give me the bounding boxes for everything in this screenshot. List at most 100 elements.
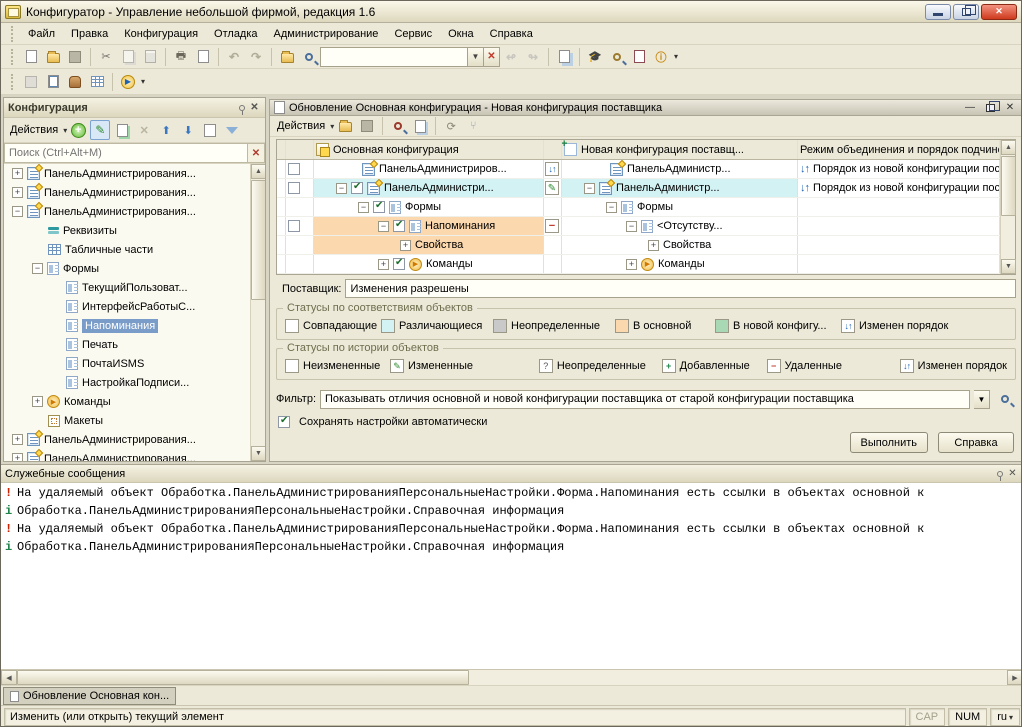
- tree-row[interactable]: Реквизиты: [4, 221, 265, 240]
- tree-row[interactable]: Формы: [4, 259, 265, 278]
- scroll-down-icon[interactable]: ▼: [1001, 259, 1016, 274]
- syntax-check-icon[interactable]: 🎓: [585, 47, 605, 67]
- expander-minus-icon[interactable]: [584, 183, 595, 194]
- expander-minus-icon[interactable]: [336, 183, 347, 194]
- close-config-icon[interactable]: [43, 72, 63, 92]
- scroll-left-icon[interactable]: ◀: [1, 670, 17, 685]
- comparison-row[interactable]: ▶Команды ▶Команды: [277, 255, 1000, 274]
- templates-icon[interactable]: [629, 47, 649, 67]
- include-checkbox[interactable]: [351, 182, 363, 194]
- expander-minus-icon[interactable]: [626, 221, 637, 232]
- minimize-button[interactable]: [925, 4, 951, 20]
- tree-row[interactable]: ПанельАдминистрирования...: [4, 430, 265, 449]
- comparison-row[interactable]: ПанельАдминистриров... ↓↑ ПанельАдминист…: [277, 160, 1000, 179]
- expander-plus-icon[interactable]: [400, 240, 411, 251]
- search-input[interactable]: [320, 47, 468, 67]
- scroll-up-icon[interactable]: ▲: [1001, 140, 1016, 155]
- tree-row[interactable]: Макеты: [4, 411, 265, 430]
- row-checkbox[interactable]: [288, 220, 300, 232]
- menu-configuration[interactable]: Конфигурация: [116, 25, 206, 43]
- menu-administration[interactable]: Администрирование: [266, 25, 387, 43]
- windows-list-icon[interactable]: [554, 47, 574, 67]
- dialog-refresh-icon[interactable]: ⟳: [441, 116, 461, 136]
- menu-windows[interactable]: Окна: [440, 25, 482, 43]
- tree-row[interactable]: ПанельАдминистрирования...: [4, 164, 265, 183]
- comparison-vertical-scrollbar[interactable]: ▲ ▼: [1000, 140, 1015, 274]
- comparison-row[interactable]: Свойства Свойства: [277, 236, 1000, 255]
- tree-row[interactable]: ИнтерфейсРаботыС...: [4, 297, 265, 316]
- toolbar-more-icon[interactable]: ▾: [674, 52, 678, 61]
- message-info[interactable]: iОбработка.ПанельАдминистрированияПерсон…: [5, 540, 1019, 558]
- search-icon[interactable]: [299, 47, 319, 67]
- comparison-row[interactable]: ПанельАдминистри... ✎ ПанельАдминистр...…: [277, 179, 1000, 198]
- scroll-thumb[interactable]: [17, 670, 469, 685]
- menu-help[interactable]: Справка: [482, 25, 541, 43]
- search-dropdown-icon[interactable]: ▼: [468, 47, 484, 67]
- message-info[interactable]: iОбработка.ПанельАдминистрированияПерсон…: [5, 504, 1019, 522]
- tree-search-clear-icon[interactable]: ✕: [248, 143, 265, 163]
- comparison-row[interactable]: Напоминания − <Отсутству...: [277, 217, 1000, 236]
- tree-search-input[interactable]: [4, 143, 248, 163]
- expander-plus-icon[interactable]: [648, 240, 659, 251]
- menu-debug[interactable]: Отладка: [206, 25, 265, 43]
- help-button[interactable]: Справка: [938, 432, 1014, 453]
- print-icon[interactable]: 🖶: [171, 47, 191, 67]
- paste-icon[interactable]: [140, 47, 160, 67]
- info-icon[interactable]: ⓘ: [651, 47, 671, 67]
- go-back-icon[interactable]: ↫: [501, 47, 521, 67]
- menu-file[interactable]: Файл: [20, 25, 63, 43]
- message-warning[interactable]: !На удаляемый объект Обработка.ПанельАдм…: [5, 522, 1019, 540]
- database-icon[interactable]: [65, 72, 85, 92]
- row-checkbox[interactable]: [288, 163, 300, 175]
- global-search-icon[interactable]: [277, 47, 297, 67]
- actions-dropdown-icon[interactable]: ▾: [63, 126, 67, 135]
- filter-dropdown-icon[interactable]: ▼: [974, 390, 990, 409]
- dialog-close-icon[interactable]: ✕: [1002, 101, 1018, 115]
- dialog-save-icon[interactable]: [357, 116, 377, 136]
- tree-row[interactable]: НастройкаПодписи...: [4, 373, 265, 392]
- dialog-actions-dropdown-icon[interactable]: ▾: [330, 122, 334, 131]
- language-dropdown-icon[interactable]: ▾: [1009, 713, 1013, 722]
- filter-icon[interactable]: [222, 120, 242, 140]
- open-icon[interactable]: [43, 47, 63, 67]
- table-form-icon[interactable]: [87, 72, 107, 92]
- copy-add-icon[interactable]: [112, 120, 132, 140]
- tree-row[interactable]: ТекущийПользоват...: [4, 278, 265, 297]
- print-preview-icon[interactable]: [193, 47, 213, 67]
- filter-field[interactable]: Показывать отличия основной и новой конф…: [320, 390, 970, 409]
- tree-row[interactable]: ПочтаИSMS: [4, 354, 265, 373]
- copy-icon[interactable]: [118, 47, 138, 67]
- redo-icon[interactable]: ↷: [246, 47, 266, 67]
- tree-row[interactable]: Печать: [4, 335, 265, 354]
- window-tab-update-config[interactable]: Обновление Основная кон...: [3, 687, 176, 705]
- column-main-config[interactable]: Основная конфигурация: [314, 140, 544, 159]
- expander-plus-icon[interactable]: [378, 259, 389, 270]
- find-in-syntax-icon[interactable]: [607, 47, 627, 67]
- expander-minus-icon[interactable]: [378, 221, 389, 232]
- expander-plus-icon[interactable]: [12, 187, 23, 198]
- tree-row-selected[interactable]: Напоминания: [4, 316, 265, 335]
- restore-button[interactable]: [953, 4, 979, 20]
- new-document-icon[interactable]: [21, 47, 41, 67]
- scroll-up-icon[interactable]: ▲: [251, 164, 265, 179]
- messages-close-icon[interactable]: ✕: [1006, 467, 1019, 480]
- column-merge-mode[interactable]: Режим объединения и порядок подчинен...: [798, 140, 1000, 159]
- add-icon[interactable]: +: [68, 120, 88, 140]
- message-warning[interactable]: !На удаляемый объект Обработка.ПанельАдм…: [5, 486, 1019, 504]
- go-forward-icon[interactable]: ↬: [523, 47, 543, 67]
- column-new-config[interactable]: Новая конфигурация поставщ...: [562, 140, 798, 159]
- start-debug-icon[interactable]: ▶: [118, 72, 138, 92]
- update-db-config-icon[interactable]: [21, 72, 41, 92]
- dialog-compare-icon[interactable]: [410, 116, 430, 136]
- tree-row[interactable]: ПанельАдминистрирования...: [4, 449, 265, 461]
- run-button[interactable]: Выполнить: [850, 432, 928, 453]
- scroll-right-icon[interactable]: ▶: [1007, 670, 1022, 685]
- menu-edit[interactable]: Правка: [63, 25, 116, 43]
- tree-row[interactable]: ПанельАдминистрирования...: [4, 202, 265, 221]
- messages-horizontal-scrollbar[interactable]: ◀ ▶: [1, 669, 1022, 685]
- search-clear-icon[interactable]: ✕: [484, 47, 500, 67]
- scroll-thumb[interactable]: [251, 180, 265, 300]
- row-checkbox[interactable]: [288, 182, 300, 194]
- dialog-restore-icon[interactable]: [982, 101, 998, 115]
- dialog-open-icon[interactable]: [335, 116, 355, 136]
